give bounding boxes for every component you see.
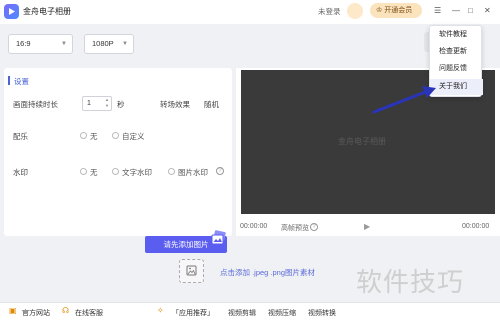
transition-label: 转场效果: [160, 100, 190, 109]
headset-icon: ☊: [62, 306, 70, 315]
avatar[interactable]: [347, 3, 363, 19]
music-label: 配乐: [13, 132, 28, 141]
crown-icon: ♔: [376, 7, 383, 14]
images-stack-icon: [209, 230, 227, 248]
menu-item-tutorial[interactable]: 软件教程: [430, 27, 483, 43]
app-link-video-convert[interactable]: 视频转换: [308, 308, 336, 318]
music-none-label[interactable]: 无: [90, 131, 98, 142]
music-custom-label[interactable]: 自定义: [122, 131, 145, 142]
resolution-select[interactable]: 1080P ▼: [84, 34, 134, 54]
preview-watermark: 金舟电子相册: [338, 137, 386, 146]
recommend-label: 「应用推荐」: [172, 310, 214, 317]
time-start: 00:00:00: [240, 223, 268, 230]
minimize-icon[interactable]: —: [452, 7, 460, 15]
service-link[interactable]: 在线客服: [75, 308, 103, 318]
site-watermark: 软件技巧: [356, 267, 465, 297]
app-link-video-edit[interactable]: 视频剪辑: [228, 308, 256, 318]
time-end: 00:00:00: [462, 223, 490, 230]
recommend-icon: ✧: [157, 306, 164, 315]
duration-value: 1: [87, 100, 91, 107]
wm-none-label[interactable]: 无: [90, 167, 98, 178]
vip-label: 开通会员: [384, 7, 413, 14]
transition-value[interactable]: 随机: [204, 99, 219, 110]
add-image-button[interactable]: [179, 259, 204, 283]
settings-title: 设置: [14, 77, 29, 86]
menu-item-feedback[interactable]: 问题反馈: [430, 61, 483, 77]
hd-help-icon[interactable]: ?: [310, 223, 318, 231]
wm-text-radio[interactable]: [112, 168, 119, 175]
settings-panel: 设置 画面持续时长 1 ▲ ▼ 秒 转场效果 随机 配乐 无 自定义 水印 无 文…: [4, 68, 232, 236]
ratio-select[interactable]: 16:9 ▼: [8, 34, 73, 54]
hd-preview-label: 高帧预览: [281, 225, 309, 232]
duration-unit: 秒: [117, 100, 125, 109]
website-link[interactable]: 官方网站: [22, 308, 50, 318]
app-link-video-compress[interactable]: 视频压缩: [268, 308, 296, 318]
login-link[interactable]: 未登录: [318, 6, 341, 17]
chevron-down-icon: ▼: [122, 41, 128, 47]
close-icon[interactable]: ✕: [484, 7, 491, 15]
wm-none-radio[interactable]: [80, 168, 87, 175]
wm-text-label[interactable]: 文字水印: [122, 167, 152, 178]
resolution-value: 1080P: [92, 39, 114, 48]
wm-image-radio[interactable]: [168, 168, 175, 175]
menu-item-check-update[interactable]: 检查更新: [430, 44, 483, 60]
duration-stepper[interactable]: 1 ▲ ▼: [82, 96, 112, 111]
wm-image-label[interactable]: 图片水印: [178, 167, 208, 178]
title-bar: [0, 0, 500, 24]
music-custom-radio[interactable]: [112, 132, 119, 139]
image-icon: [186, 265, 197, 276]
menu-icon[interactable]: ☰: [434, 7, 441, 15]
upload-hint-link[interactable]: 点击添加 .jpeg .png图片素材: [220, 267, 315, 278]
app-title: 金舟电子相册: [23, 7, 71, 16]
app-logo-icon: [4, 4, 19, 19]
maximize-icon[interactable]: □: [468, 7, 473, 15]
annotation-arrow: [372, 86, 436, 114]
watermark-label: 水印: [13, 168, 28, 177]
music-none-radio[interactable]: [80, 132, 87, 139]
website-icon: ▣: [9, 306, 17, 315]
play-icon[interactable]: ▶: [364, 222, 370, 231]
stepper-arrows-icon[interactable]: ▲ ▼: [105, 97, 109, 109]
ratio-value: 16:9: [16, 39, 31, 48]
section-marker: [8, 76, 10, 85]
help-icon[interactable]: ?: [216, 167, 224, 175]
chevron-down-icon: ▼: [61, 41, 67, 47]
vip-button[interactable]: ♔ 开通会员: [370, 3, 422, 18]
duration-label: 画面持续时长: [13, 100, 58, 109]
